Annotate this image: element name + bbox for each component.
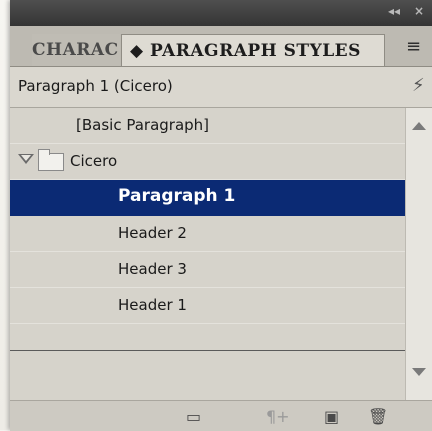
styles-list: [Basic Paragraph] Cicero Paragraph 1 Hea… [10,108,405,400]
list-item-group[interactable]: Cicero [10,144,405,180]
list-item-label: Header 1 [118,296,187,314]
list-divider [10,350,405,351]
panel-menu-icon[interactable]: ≡ [406,36,430,64]
new-group-icon[interactable]: ▭ [186,407,201,426]
list-item-label: Paragraph 1 [118,186,236,206]
list-item[interactable]: Header 1 [10,288,405,324]
list-item-label: Header 3 [118,260,187,278]
new-style-icon[interactable]: ▣ [324,407,339,426]
close-icon[interactable]: × [414,4,424,18]
tab-paragraph-styles[interactable]: ◆ PARAGRAPH STYLES [121,34,385,66]
tab-character[interactable]: CHARAC [32,34,120,66]
tab-bar: CHARAC ◆ PARAGRAPH STYLES ≡ [10,26,432,67]
new-paragraph-style-icon[interactable]: ¶+ [266,407,290,426]
list-item[interactable]: Header 3 [10,252,405,288]
list-item[interactable]: Header 2 [10,216,405,252]
group-label: Cicero [70,152,118,170]
delete-style-icon[interactable]: 🗑 [368,407,388,426]
list-item[interactable]: [Basic Paragraph] [10,108,405,144]
lightning-icon[interactable]: ⚡ [412,75,425,96]
panel-bottom-bar: ▭ ¶+ ▣ 🗑 [10,400,432,431]
list-item-label: Header 2 [118,224,187,242]
folder-icon [38,149,64,171]
current-style-label: Paragraph 1 (Cicero) [18,77,173,95]
list-item-selected[interactable]: Paragraph 1 [10,180,405,216]
expand-triangle-icon[interactable] [18,154,34,164]
scroll-up-icon[interactable] [412,122,426,130]
panel-titlebar: ◂◂ × [10,0,432,26]
collapse-icon[interactable]: ◂◂ [388,4,400,18]
list-item-label: [Basic Paragraph] [76,116,210,134]
scrollbar[interactable] [405,108,432,400]
current-style-bar: Paragraph 1 (Cicero) ⚡ [10,67,432,108]
scroll-down-icon[interactable] [412,368,426,376]
paragraph-styles-panel: ◂◂ × CHARAC ◆ PARAGRAPH STYLES ≡ Paragra… [10,0,432,431]
